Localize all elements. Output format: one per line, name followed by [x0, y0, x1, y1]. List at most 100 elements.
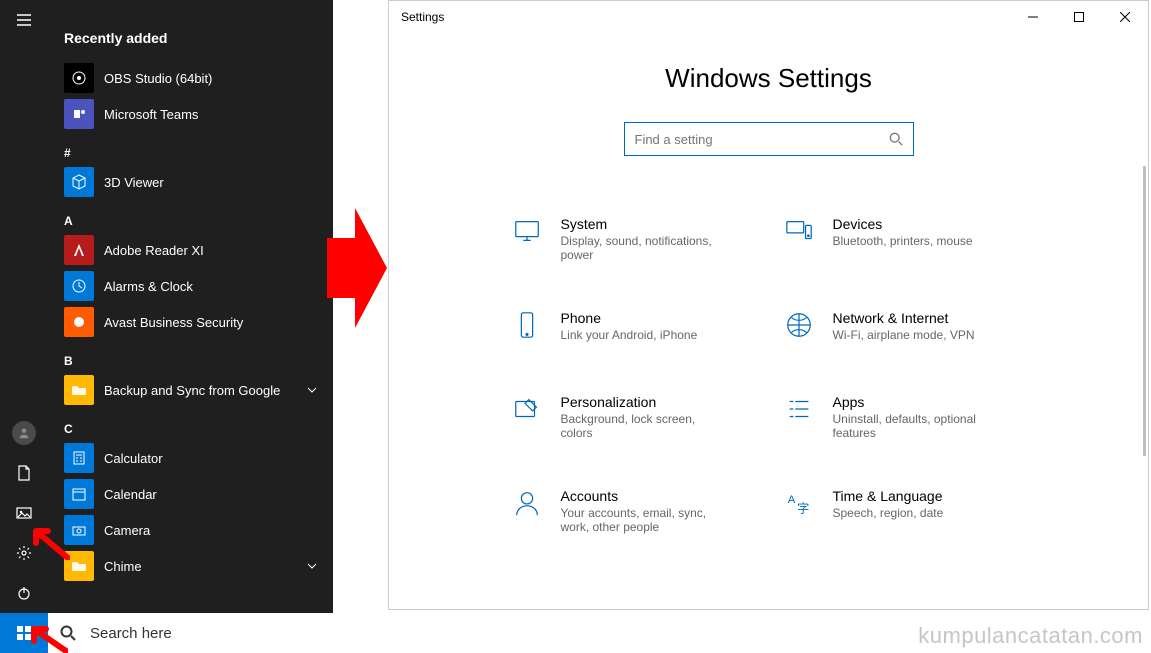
watermark: kumpulancatatan.com [918, 623, 1143, 649]
category-subtitle: Bluetooth, printers, mouse [833, 234, 973, 248]
search-icon [889, 132, 903, 146]
avast-icon [64, 307, 94, 337]
app-item-alarms[interactable]: Alarms & Clock [48, 268, 333, 304]
page-title: Windows Settings [389, 63, 1148, 94]
category-personalization[interactable]: Personalization Background, lock screen, … [509, 394, 757, 440]
app-item-avast[interactable]: Avast Business Security [48, 304, 333, 340]
category-time[interactable]: A字 Time & Language Speech, region, date [781, 488, 1029, 534]
obs-icon [64, 63, 94, 93]
category-title: Apps [833, 394, 1003, 410]
annotation-arrow-right [327, 208, 387, 328]
category-phone[interactable]: Phone Link your Android, iPhone [509, 310, 757, 346]
app-label: Chime [104, 559, 142, 574]
category-system[interactable]: System Display, sound, notifications, pow… [509, 216, 757, 262]
letter-header-c[interactable]: C [48, 408, 333, 440]
svg-text:字: 字 [797, 500, 809, 515]
settings-button[interactable] [0, 533, 48, 573]
letter-header-a[interactable]: A [48, 200, 333, 232]
folder-icon [64, 551, 94, 581]
app-label: Backup and Sync from Google [104, 383, 280, 398]
minimize-button[interactable] [1010, 1, 1056, 33]
personalization-icon [509, 394, 545, 430]
app-item-adobe[interactable]: Adobe Reader XI [48, 232, 333, 268]
letter-header-b[interactable]: B [48, 340, 333, 372]
app-label: Calendar [104, 487, 157, 502]
close-button[interactable] [1102, 1, 1148, 33]
app-label: 3D Viewer [104, 175, 164, 190]
app-item-calendar[interactable]: Calendar [48, 476, 333, 512]
avatar-icon [12, 421, 36, 445]
system-icon [509, 216, 545, 252]
titlebar[interactable]: Settings [389, 1, 1148, 33]
app-item-calculator[interactable]: Calculator [48, 440, 333, 476]
app-item-3dviewer[interactable]: 3D Viewer [48, 164, 333, 200]
pictures-button[interactable] [0, 493, 48, 533]
chevron-down-icon [307, 383, 317, 398]
category-title: Accounts [561, 488, 731, 504]
settings-window: Settings Windows Settings System Display,… [388, 0, 1149, 610]
category-title: Phone [561, 310, 698, 326]
category-title: System [561, 216, 731, 232]
time-language-icon: A字 [781, 488, 817, 524]
clock-icon [64, 271, 94, 301]
category-subtitle: Display, sound, notifications, power [561, 234, 731, 262]
app-item-chime[interactable]: Chime [48, 548, 333, 584]
accounts-icon [509, 488, 545, 524]
power-button[interactable] [0, 573, 48, 613]
cube-icon [64, 167, 94, 197]
app-label: Alarms & Clock [104, 279, 193, 294]
chevron-down-icon [307, 559, 317, 574]
category-title: Personalization [561, 394, 731, 410]
category-accounts[interactable]: Accounts Your accounts, email, sync, work… [509, 488, 757, 534]
app-item-teams[interactable]: Microsoft Teams [48, 96, 333, 132]
recently-added-header: Recently added [48, 10, 333, 60]
documents-button[interactable] [0, 453, 48, 493]
category-apps[interactable]: Apps Uninstall, defaults, optional featur… [781, 394, 1029, 440]
app-item-obs[interactable]: OBS Studio (64bit) [48, 60, 333, 96]
category-subtitle: Speech, region, date [833, 506, 944, 520]
user-account-button[interactable] [0, 413, 48, 453]
apps-icon [781, 394, 817, 430]
adobe-icon [64, 235, 94, 265]
devices-icon [781, 216, 817, 252]
search-placeholder: Search here [90, 625, 172, 642]
app-label: Avast Business Security [104, 315, 243, 330]
category-subtitle: Background, lock screen, colors [561, 412, 731, 440]
windows-icon [16, 625, 32, 641]
start-menu: Recently added OBS Studio (64bit) Micros… [0, 0, 333, 653]
app-label: Microsoft Teams [104, 107, 198, 122]
teams-icon [64, 99, 94, 129]
app-label: Camera [104, 523, 150, 538]
maximize-button[interactable] [1056, 1, 1102, 33]
taskbar-search[interactable]: Search here [48, 613, 333, 653]
camera-icon [64, 515, 94, 545]
app-item-backup[interactable]: Backup and Sync from Google [48, 372, 333, 408]
svg-text:A: A [787, 494, 795, 506]
settings-search[interactable] [624, 122, 914, 156]
globe-icon [781, 310, 817, 346]
app-item-camera[interactable]: Camera [48, 512, 333, 548]
category-subtitle: Link your Android, iPhone [561, 328, 698, 342]
category-title: Devices [833, 216, 973, 232]
start-button[interactable] [0, 613, 48, 653]
folder-icon [64, 375, 94, 405]
category-title: Network & Internet [833, 310, 975, 326]
app-label: OBS Studio (64bit) [104, 71, 212, 86]
category-subtitle: Uninstall, defaults, optional features [833, 412, 1003, 440]
category-title: Time & Language [833, 488, 944, 504]
phone-icon [509, 310, 545, 346]
window-title: Settings [401, 10, 444, 24]
settings-search-input[interactable] [635, 132, 889, 147]
calendar-icon [64, 479, 94, 509]
category-subtitle: Your accounts, email, sync, work, other … [561, 506, 731, 534]
category-devices[interactable]: Devices Bluetooth, printers, mouse [781, 216, 1029, 262]
letter-header-hash[interactable]: # [48, 132, 333, 164]
app-label: Calculator [104, 451, 163, 466]
search-icon [60, 625, 76, 641]
scrollbar[interactable] [1143, 166, 1146, 456]
taskbar: Search here [0, 613, 333, 653]
category-subtitle: Wi-Fi, airplane mode, VPN [833, 328, 975, 342]
calculator-icon [64, 443, 94, 473]
category-network[interactable]: Network & Internet Wi-Fi, airplane mode, … [781, 310, 1029, 346]
app-label: Adobe Reader XI [104, 243, 204, 258]
